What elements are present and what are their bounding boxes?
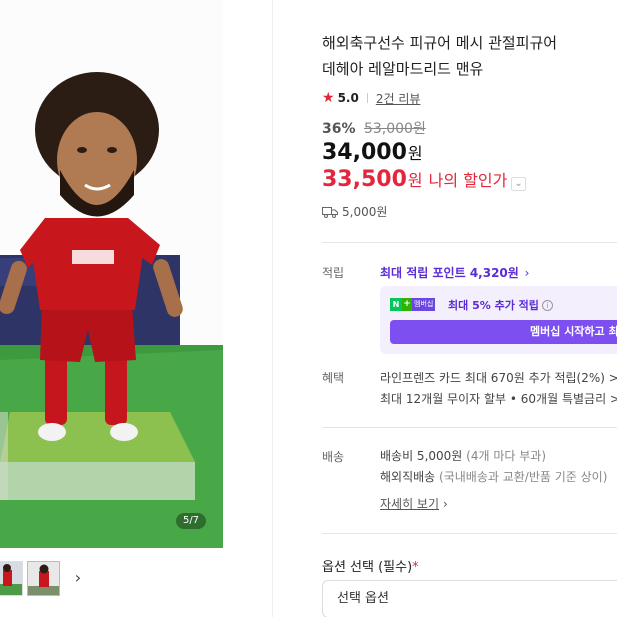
star-icon: ★ [322, 90, 335, 106]
required-mark: * [412, 560, 419, 575]
review-count-link[interactable]: 2건 리뷰 [376, 90, 421, 107]
product-title-line: 해외축구선수 피규어 메시 관절피규어 [322, 34, 558, 52]
figure-illustration [0, 0, 223, 548]
max-point-link[interactable]: 최대 적립 포인트 4,320원 › [380, 264, 529, 281]
price-row: 34,000원 [322, 140, 423, 165]
thumbnail-image [0, 562, 22, 595]
overseas-line: 해외직배송 (국내배송과 교환/반품 기준 상이) [380, 467, 607, 488]
my-price-row[interactable]: 33,500 원 나의 할인가 ⌄ [322, 167, 526, 192]
rating-row: ★ 5.0 2건 리뷰 [322, 89, 420, 107]
chevron-right-icon[interactable]: › [70, 568, 86, 588]
truck-icon [322, 206, 338, 218]
divider [366, 93, 368, 103]
benefit-list: 라인프렌즈 카드 최대 670원 추가 적립(2%) > 최대 12개월 무이자… [380, 368, 617, 410]
divider [322, 427, 617, 428]
installment-benefit-link[interactable]: 최대 12개월 무이자 할부 • 60개월 특별금리 > [380, 389, 617, 410]
max-point-text: 최대 적립 포인트 4,320원 [380, 266, 519, 280]
product-gallery: 5/7 › [0, 0, 272, 617]
chevron-right-icon: › [443, 497, 448, 511]
badge-plus: + [402, 298, 412, 311]
price-unit: 원 [407, 144, 423, 163]
membership-extra-point: 최대 5% 추가 적립 i [448, 297, 553, 313]
my-price-label: 나의 할인가 [428, 171, 508, 190]
product-info-panel: 해외축구선수 피규어 메시 관절피규어 데헤아 레알마드리드 맨유 ★ 5.0 … [322, 0, 617, 617]
delivery-fee-line: 배송비 5,000원 (4개 마다 부과) [380, 446, 607, 467]
overseas-shipping: 해외직배송 [380, 470, 436, 484]
my-price-unit: 원 [407, 171, 423, 190]
info-icon[interactable]: i [541, 299, 553, 311]
badge-membership: 멤버십 [412, 298, 436, 311]
delivery-detail-link[interactable]: 자세히 보기 › [380, 495, 448, 512]
discount-rate: 36% [322, 121, 356, 137]
naver-plus-membership-badge: N + 멤버십 [390, 298, 436, 311]
start-membership-button[interactable]: 멤버십 시작하고 최 [390, 320, 617, 344]
benefits-label: 혜택 [322, 371, 345, 385]
panel-divider [272, 0, 273, 617]
badge-n: N [390, 298, 402, 311]
delivery-fee: 배송비 5,000원 [380, 449, 463, 463]
divider [322, 242, 617, 243]
product-main-image[interactable]: 5/7 [0, 0, 223, 548]
product-title: 해외축구선수 피규어 메시 관절피규어 데헤아 레알마드리드 맨유 [322, 30, 617, 82]
divider [322, 533, 617, 534]
delivery-info: 배송비 5,000원 (4개 마다 부과) 해외직배송 (국내배송과 교환/반품… [380, 446, 607, 488]
option-title-text: 옵션 선택 (필수) [322, 560, 413, 575]
thumbnail-item[interactable] [27, 561, 60, 596]
thumbnail-image [28, 562, 59, 595]
thumbnail-item[interactable] [0, 561, 23, 596]
rating-value: 5.0 [337, 91, 359, 105]
product-title-line: 데헤아 레알마드리드 맨유 [322, 60, 484, 78]
shipping-summary: 5,000원 [322, 203, 387, 220]
card-benefit-link[interactable]: 라인프렌즈 카드 최대 670원 추가 적립(2%) > [380, 368, 617, 389]
chevron-right-icon: › [520, 266, 530, 280]
delivery-label: 배송 [322, 450, 345, 464]
detail-link-text: 자세히 보기 [380, 497, 440, 511]
image-counter: 5/7 [176, 513, 206, 529]
my-discount-price: 33,500 [322, 167, 407, 192]
sale-price: 34,000 [322, 140, 407, 165]
original-price: 53,000원 [363, 121, 426, 137]
discount-row: 36% 53,000원 [322, 118, 426, 138]
shipping-fee: 5,000원 [342, 205, 388, 219]
points-label: 적립 [322, 266, 345, 280]
delivery-fee-note: (4개 마다 부과) [466, 449, 546, 463]
membership-box: N + 멤버십 최대 5% 추가 적립 i 멤버십 시작하고 최 [380, 286, 617, 354]
option-select[interactable]: 선택 옵션 [322, 580, 617, 617]
membership-extra-text: 최대 5% 추가 적립 [448, 299, 539, 312]
chevron-down-icon[interactable]: ⌄ [511, 177, 526, 191]
overseas-note: (국내배송과 교환/반품 기준 상이) [439, 470, 608, 484]
option-title: 옵션 선택 (필수)* [322, 556, 419, 575]
